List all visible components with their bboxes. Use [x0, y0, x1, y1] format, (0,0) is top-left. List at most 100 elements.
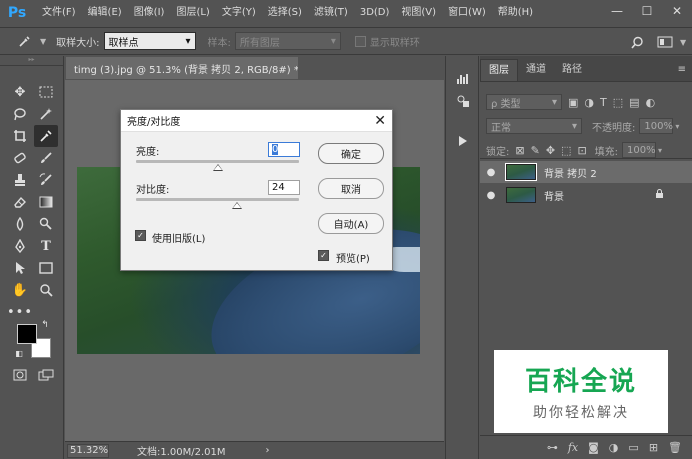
menu-3d[interactable]: 3D(D) [354, 0, 396, 26]
lock-artboard-icon[interactable]: ⬚ [561, 144, 571, 157]
blur-tool-icon[interactable] [8, 213, 32, 235]
fx-icon[interactable]: fx [568, 441, 578, 454]
visibility-eye-icon[interactable]: ● [480, 190, 502, 201]
opacity-caret-icon[interactable]: ▾ [675, 122, 679, 131]
filter-pixel-icon[interactable]: ▣ [568, 96, 578, 109]
brightness-slider-handle[interactable] [212, 164, 223, 171]
document-tab[interactable]: timg (3).jpg @ 51.3% (背景 拷贝 2, RGB/8#) *… [66, 57, 298, 79]
lock-transparency-icon[interactable]: ⊠ [515, 144, 524, 157]
filter-smart-object-icon[interactable]: ▤ [629, 96, 639, 109]
menu-view[interactable]: 视图(V) [395, 0, 442, 26]
lock-all-icon[interactable]: ⊡ [577, 144, 586, 157]
foreground-color-swatch[interactable] [17, 324, 37, 344]
menu-type[interactable]: 文字(Y) [216, 0, 262, 26]
actions-play-icon[interactable] [454, 132, 472, 150]
type-tool-icon[interactable]: T [34, 235, 58, 257]
fill-field[interactable]: 100% [622, 142, 657, 158]
move-tool-icon[interactable]: ✥ [8, 81, 32, 103]
default-colors-icon[interactable]: ◧ [12, 346, 26, 360]
lock-pixels-icon[interactable]: ✎ [531, 144, 540, 157]
screen-mode-icon[interactable] [34, 364, 58, 386]
more-tools-icon[interactable]: ••• [7, 301, 32, 323]
tool-preset-caret-icon[interactable]: ▼ [40, 37, 46, 46]
close-window-button[interactable]: ✕ [662, 0, 692, 22]
link-layers-icon[interactable]: ⊶ [547, 441, 558, 454]
preview-checkbox[interactable]: ✓ [318, 250, 329, 261]
zoom-level-field[interactable]: 51.32% [67, 443, 109, 458]
crop-tool-icon[interactable] [8, 125, 32, 147]
tab-layers[interactable]: 图层 [480, 59, 518, 81]
contrast-input[interactable]: 24 [268, 180, 300, 195]
add-mask-icon[interactable]: ◙ [588, 441, 599, 454]
blend-mode-select[interactable]: 正常 ▾ [486, 118, 582, 134]
brightness-slider-track[interactable] [136, 160, 299, 163]
minimize-button[interactable]: — [602, 0, 632, 22]
maximize-button[interactable]: ☐ [632, 0, 662, 22]
legacy-checkbox[interactable]: ✓ [135, 230, 146, 241]
auto-button[interactable]: 自动(A) [318, 213, 384, 234]
quick-mask-icon[interactable] [8, 364, 32, 386]
lock-position-icon[interactable]: ✥ [546, 144, 555, 157]
new-adjustment-icon[interactable]: ◑ [609, 441, 619, 454]
filter-toggle-icon[interactable]: ◐ [646, 96, 656, 109]
stamp-tool-icon[interactable] [8, 169, 32, 191]
tab-channels[interactable]: 通道 [518, 59, 554, 81]
pen-tool-icon[interactable] [8, 235, 32, 257]
ok-button[interactable]: 确定 [318, 143, 384, 164]
contrast-slider-track[interactable] [136, 198, 299, 201]
layer-row[interactable]: ● 背景 [480, 184, 692, 206]
filter-type-icon[interactable]: T [600, 96, 607, 109]
history-brush-icon[interactable] [34, 169, 58, 191]
show-ring-checkbox[interactable] [354, 35, 366, 47]
new-layer-icon[interactable]: ⊞ [649, 441, 658, 454]
workspace-caret-icon[interactable]: ▼ [680, 38, 692, 47]
dialog-title-bar[interactable]: 亮度/对比度 [121, 110, 392, 132]
menu-filter[interactable]: 滤镜(T) [308, 0, 354, 26]
delete-layer-icon[interactable]: 🗑 [668, 441, 682, 454]
menu-image[interactable]: 图像(I) [128, 0, 171, 26]
gradient-tool-icon[interactable] [34, 191, 58, 213]
menu-help[interactable]: 帮助(H) [492, 0, 539, 26]
rectangle-tool-icon[interactable] [34, 257, 58, 279]
status-menu-arrow-icon[interactable]: › [266, 445, 270, 456]
sample-size-select[interactable]: 取样点 ▾ [103, 32, 196, 50]
histogram-icon[interactable] [454, 70, 472, 88]
brightness-input[interactable]: 0 [268, 142, 300, 157]
visibility-eye-icon[interactable]: ● [480, 167, 502, 178]
panel-menu-icon[interactable]: ≡ [678, 59, 686, 81]
opacity-field[interactable]: 100% [639, 118, 674, 134]
marquee-tool-icon[interactable] [34, 81, 58, 103]
cancel-button[interactable]: 取消 [318, 178, 384, 199]
tools-grip[interactable]: ▸▸ [0, 56, 63, 66]
contrast-slider-handle[interactable] [232, 202, 243, 209]
workspace-icon[interactable] [650, 36, 680, 48]
menu-edit[interactable]: 编辑(E) [82, 0, 128, 26]
tab-paths[interactable]: 路径 [554, 59, 590, 81]
sample-select[interactable]: 所有图层 ▾ [234, 32, 341, 50]
eraser-tool-icon[interactable] [8, 191, 32, 213]
layer-filter-select[interactable]: ρ 类型 ▾ [486, 94, 562, 110]
healing-brush-icon[interactable] [8, 147, 32, 169]
lasso-tool-icon[interactable] [8, 103, 32, 125]
hand-tool-icon[interactable]: ✋ [8, 279, 32, 301]
eyedropper-icon[interactable] [18, 31, 40, 51]
path-selection-icon[interactable] [8, 257, 32, 279]
search-icon[interactable] [624, 36, 650, 49]
eyedropper-tool-icon[interactable] [34, 125, 58, 147]
magic-wand-icon[interactable] [34, 103, 58, 125]
info-panel-icon[interactable] [454, 92, 472, 110]
menu-layer[interactable]: 图层(L) [170, 0, 215, 26]
zoom-tool-icon[interactable] [34, 279, 58, 301]
brush-tool-icon[interactable] [34, 147, 58, 169]
filter-shape-icon[interactable]: ⬚ [613, 96, 623, 109]
menu-file[interactable]: 文件(F) [36, 0, 82, 26]
fill-caret-icon[interactable]: ▾ [658, 146, 662, 155]
filter-adjustment-icon[interactable]: ◑ [584, 96, 594, 109]
new-group-icon[interactable]: ▭ [628, 441, 638, 454]
menu-window[interactable]: 窗口(W) [442, 0, 492, 26]
swap-colors-icon[interactable]: ↰ [38, 318, 52, 332]
dialog-close-icon[interactable]: ✕ [374, 113, 386, 129]
layer-row[interactable]: ● 背景 拷贝 2 [480, 161, 692, 183]
menu-select[interactable]: 选择(S) [262, 0, 308, 26]
dodge-tool-icon[interactable] [34, 213, 58, 235]
